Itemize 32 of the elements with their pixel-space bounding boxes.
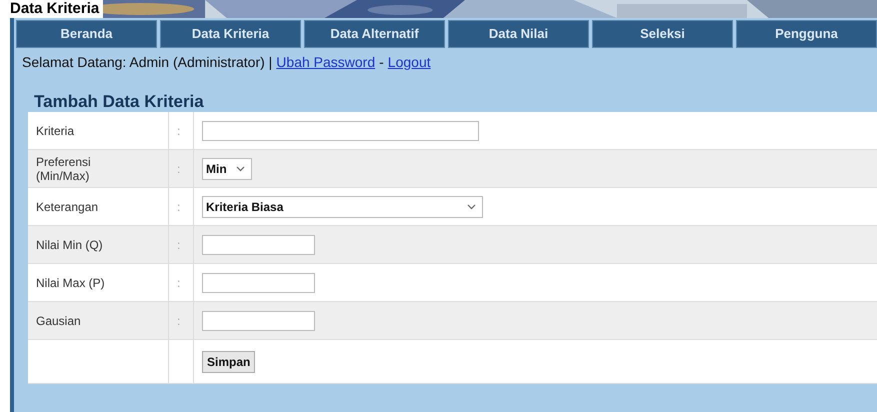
colon-text: : bbox=[177, 276, 180, 290]
field-label: Keterangan bbox=[36, 200, 100, 214]
field-label: Preferensi (Min/Max) bbox=[36, 154, 92, 182]
input-field[interactable] bbox=[202, 272, 315, 292]
colon-text: : bbox=[177, 314, 180, 328]
logout-link[interactable]: Logout bbox=[388, 54, 431, 70]
input-field[interactable] bbox=[202, 120, 479, 140]
save-button[interactable]: Simpan bbox=[202, 350, 256, 372]
form-heading: Tambah Data Kriteria bbox=[34, 92, 205, 112]
input-field[interactable] bbox=[202, 310, 315, 330]
colon-text: : bbox=[177, 162, 180, 176]
colon-text: : bbox=[177, 124, 180, 138]
nav-tab[interactable]: Data Nilai bbox=[448, 20, 589, 48]
separator-text: - bbox=[379, 54, 384, 70]
field-label: Kriteria bbox=[36, 124, 76, 138]
colon-text: : bbox=[177, 200, 180, 214]
field-label: Nilai Max (P) bbox=[36, 276, 106, 290]
select-field[interactable]: Min bbox=[202, 158, 252, 180]
colon-text: : bbox=[177, 238, 180, 252]
select-field[interactable]: Kriteria Biasa bbox=[202, 196, 483, 218]
chevron-icon bbox=[236, 166, 245, 172]
input-field[interactable] bbox=[202, 234, 315, 254]
nav-tab[interactable]: Data Alternatif bbox=[304, 20, 445, 48]
welcome-text: Selamat Datang: Admin (Administrator) | bbox=[22, 54, 272, 70]
nav-tab[interactable]: Pengguna bbox=[736, 20, 877, 48]
nav-tab[interactable]: Beranda bbox=[16, 20, 157, 48]
chevron-icon bbox=[467, 204, 476, 210]
change-password-link[interactable]: Ubah Password bbox=[276, 54, 376, 70]
nav-tab[interactable]: Seleksi bbox=[592, 20, 733, 48]
nav-tab[interactable]: Data Kriteria bbox=[160, 20, 301, 48]
field-label: Gausian bbox=[36, 314, 82, 328]
field-label: Nilai Min (Q) bbox=[36, 238, 104, 252]
